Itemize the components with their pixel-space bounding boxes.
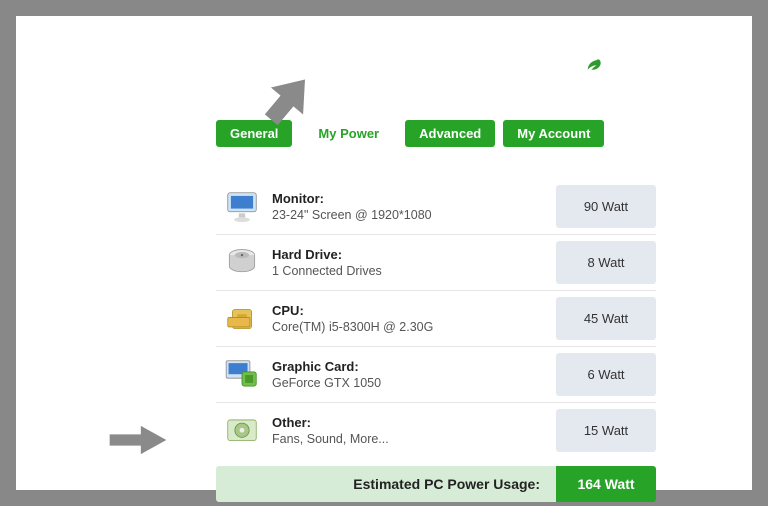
item-row-gpu: Graphic Card: GeForce GTX 1050 6 Watt [216, 347, 656, 403]
other-value: Fans, Sound, More... [272, 432, 556, 446]
monitor-value: 23-24" Screen @ 1920*1080 [272, 208, 556, 222]
tab-advanced[interactable]: Advanced [405, 120, 495, 147]
cpu-watt: 45 Watt [556, 297, 656, 340]
cpu-label: CPU: [272, 303, 556, 318]
item-row-hdd: Hard Drive: 1 Connected Drives 8 Watt [216, 235, 656, 291]
monitor-icon [216, 186, 268, 228]
gpu-watt: 6 Watt [556, 353, 656, 396]
gpu-label: Graphic Card: [272, 359, 556, 374]
hdd-icon [216, 242, 268, 284]
gpu-value: GeForce GTX 1050 [272, 376, 556, 390]
monitor-watt: 90 Watt [556, 185, 656, 228]
other-icon [216, 410, 268, 452]
item-row-monitor: Monitor: 23-24" Screen @ 1920*1080 90 Wa… [216, 179, 656, 235]
settings-panel: General My Power Advanced My Account Mon… [16, 16, 752, 490]
gpu-icon [216, 354, 268, 396]
total-watt: 164 Watt [556, 466, 656, 502]
power-items-list: Monitor: 23-24" Screen @ 1920*1080 90 Wa… [216, 179, 656, 458]
pointer-arrow-total [108, 423, 168, 462]
other-label: Other: [272, 415, 556, 430]
cpu-icon [216, 298, 268, 340]
item-row-cpu: CPU: Core(TM) i5-8300H @ 2.30G 45 Watt [216, 291, 656, 347]
other-watt: 15 Watt [556, 409, 656, 452]
monitor-label: Monitor: [272, 191, 556, 206]
hdd-label: Hard Drive: [272, 247, 556, 262]
leaf-icon [584, 54, 602, 77]
hdd-value: 1 Connected Drives [272, 264, 556, 278]
tab-my-account[interactable]: My Account [503, 120, 604, 147]
total-row: Estimated PC Power Usage: 164 Watt [216, 466, 656, 502]
hdd-watt: 8 Watt [556, 241, 656, 284]
cpu-value: Core(TM) i5-8300H @ 2.30G [272, 320, 556, 334]
item-row-other: Other: Fans, Sound, More... 15 Watt [216, 403, 656, 458]
total-label: Estimated PC Power Usage: [216, 466, 556, 502]
pointer-arrow-tab [252, 66, 322, 141]
